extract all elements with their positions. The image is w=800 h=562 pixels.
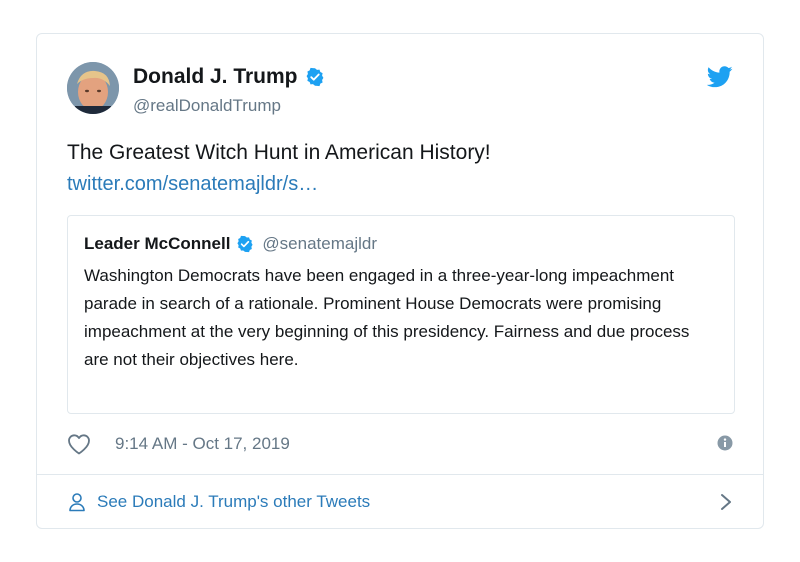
quoted-author-handle: @senatemajldr <box>262 234 378 253</box>
twitter-bird-icon[interactable] <box>707 66 733 88</box>
verified-badge-icon <box>306 67 323 87</box>
info-icon[interactable] <box>717 435 733 451</box>
tweet-timestamp[interactable]: 9:14 AM - Oct 17, 2019 <box>115 434 290 454</box>
footer-divider <box>37 474 763 475</box>
heart-icon[interactable] <box>67 433 91 455</box>
see-other-tweets-label: See Donald J. Trump's other Tweets <box>97 492 371 511</box>
tweet-meta-row: 9:14 AM - Oct 17, 2019 <box>67 431 733 457</box>
quoted-tweet-text: Washington Democrats have been engaged i… <box>84 266 690 369</box>
author-name-row: Donald J. Trump <box>133 65 325 89</box>
person-icon <box>69 493 85 512</box>
author-handle[interactable]: @realDonaldTrump <box>133 96 281 116</box>
tweet-text: The Greatest Witch Hunt in American Hist… <box>67 141 491 164</box>
tweet-link[interactable]: twitter.com/senatemajldr/s… <box>67 173 318 196</box>
embedded-tweet-card: Donald J. Trump @realDonaldTrump The Gre… <box>36 33 764 529</box>
author-name[interactable]: Donald J. Trump <box>133 65 298 89</box>
quoted-tweet-header: Leader McConnell @senatemajldr <box>84 232 718 256</box>
see-other-tweets-link[interactable]: See Donald J. Trump's other Tweets <box>67 487 733 517</box>
chevron-right-icon <box>721 494 731 510</box>
verified-badge-icon <box>237 235 253 253</box>
quoted-tweet[interactable]: Leader McConnell @senatemajldr Washingto… <box>67 215 735 414</box>
avatar-image <box>67 62 119 114</box>
quoted-author-name: Leader McConnell <box>84 234 231 253</box>
avatar[interactable] <box>67 62 119 114</box>
